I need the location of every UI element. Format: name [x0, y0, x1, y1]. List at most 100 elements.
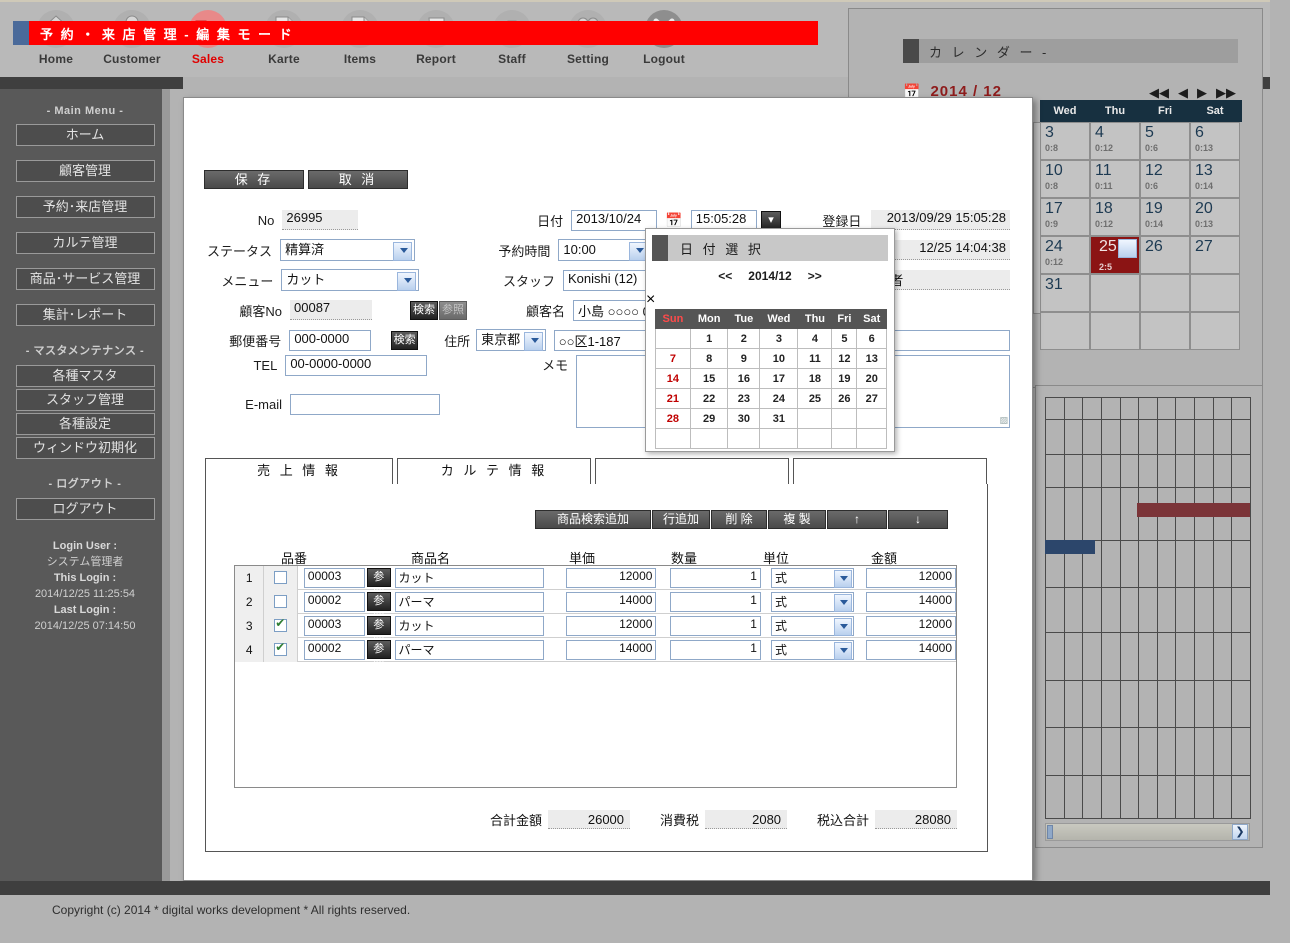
- date-picker-day[interactable]: 11: [797, 348, 833, 369]
- date-picker-day[interactable]: 9: [727, 348, 761, 369]
- calendar-day-cell[interactable]: 17 0:9: [1040, 198, 1090, 236]
- item-name-input[interactable]: カット: [394, 567, 544, 588]
- row-checkbox[interactable]: [274, 571, 288, 584]
- item-code-input[interactable]: 00003: [303, 567, 365, 588]
- gantt-horizontal-scrollbar[interactable]: ❯: [1045, 823, 1250, 841]
- status-select[interactable]: 精算済: [280, 239, 416, 261]
- item-code-input[interactable]: 00002: [303, 639, 365, 660]
- item-code-input[interactable]: 00003: [303, 615, 365, 636]
- sidebar-item[interactable]: ホーム: [15, 124, 155, 146]
- date-picker-day[interactable]: 8: [689, 348, 729, 369]
- unit-select[interactable]: 式: [770, 639, 854, 660]
- date-picker-day[interactable]: 16: [727, 368, 761, 389]
- item-name-input[interactable]: カット: [394, 615, 544, 636]
- unit-price-input[interactable]: 12000: [565, 567, 657, 588]
- calendar-day-cell[interactable]: 27: [1190, 236, 1240, 274]
- date-picker-day[interactable]: 13: [856, 348, 887, 369]
- tel-input[interactable]: 00-0000-0000: [285, 355, 428, 376]
- table-row[interactable]: 2 00002参照パーマ 14000 1式 14000: [235, 589, 957, 624]
- row-checkbox-cell[interactable]: [264, 565, 298, 590]
- row-checkbox-cell[interactable]: [264, 637, 298, 662]
- date-picker-day[interactable]: 23: [727, 388, 761, 409]
- gantt-bar[interactable]: [1137, 503, 1250, 517]
- calendar-nav-0[interactable]: ◀◀: [1149, 85, 1169, 101]
- item-reference-button[interactable]: 参照: [366, 568, 391, 600]
- resize-grip-icon[interactable]: ▨: [999, 415, 1007, 426]
- calendar-day-cell[interactable]: 4 0:12: [1090, 122, 1140, 160]
- date-picker-day[interactable]: 31: [759, 408, 799, 429]
- sidebar-maintenance-item[interactable]: 各種マスタ: [15, 365, 155, 387]
- tab-1[interactable]: カ ル テ 情 報: [397, 458, 591, 484]
- amount-input[interactable]: 14000: [865, 591, 957, 612]
- date-picker-day[interactable]: 20: [856, 368, 887, 389]
- gantt-bar[interactable]: [1045, 540, 1095, 554]
- item-name-input[interactable]: パーマ: [394, 639, 544, 660]
- row-checkbox[interactable]: [274, 640, 288, 656]
- calendar-day-cell[interactable]: 10 0:8: [1040, 160, 1090, 198]
- date-picker-day[interactable]: 7: [655, 348, 691, 369]
- quantity-input[interactable]: 1: [670, 591, 761, 612]
- email-input[interactable]: [290, 393, 440, 415]
- amount-input[interactable]: 12000: [865, 567, 957, 588]
- date-picker-day[interactable]: 21: [655, 388, 691, 409]
- sidebar-item[interactable]: 予約･来店管理: [15, 196, 155, 218]
- grid-toolbar-button[interactable]: 複 製: [768, 510, 826, 529]
- table-row[interactable]: 3 00003参照カット 12000 1式 12000: [235, 613, 957, 648]
- zip-input[interactable]: 000-0000: [289, 329, 371, 351]
- date-picker-day[interactable]: 4: [797, 328, 833, 349]
- table-row[interactable]: 4 00002参照パーマ 14000 1式 14000: [235, 637, 957, 672]
- quantity-input[interactable]: 1: [670, 639, 761, 660]
- calendar-day-cell[interactable]: 13 0:14: [1190, 160, 1240, 198]
- scroll-right-icon[interactable]: ❯: [1232, 824, 1248, 840]
- unit-select[interactable]: 式: [770, 591, 854, 612]
- item-reference-button[interactable]: 参照: [366, 616, 391, 648]
- calendar-day-cell[interactable]: 12 0:6: [1140, 160, 1190, 198]
- calendar-nav-1[interactable]: ◀: [1178, 85, 1188, 101]
- date-picker-day[interactable]: 18: [797, 368, 833, 389]
- calendar-day-cell[interactable]: 5 0:6: [1140, 122, 1190, 160]
- date-picker-day[interactable]: 10: [759, 348, 799, 369]
- tab-2[interactable]: [595, 458, 789, 484]
- calendar-day-cell[interactable]: 31: [1040, 274, 1090, 312]
- amount-input[interactable]: 14000: [865, 639, 957, 660]
- calendar-day-cell[interactable]: 24 0:12: [1040, 236, 1090, 274]
- cancel-button[interactable]: 取 消: [308, 170, 408, 189]
- date-picker-day[interactable]: 24: [759, 388, 799, 409]
- date-picker-day[interactable]: 5: [831, 328, 858, 349]
- sidebar-item-logout[interactable]: ログアウト: [15, 498, 155, 520]
- unit-select[interactable]: 式: [770, 615, 854, 636]
- date-picker-day[interactable]: 6: [856, 328, 887, 349]
- row-checkbox-cell[interactable]: [264, 613, 298, 638]
- date-picker-day[interactable]: 2: [727, 328, 761, 349]
- calendar-day-cell[interactable]: 3 0:8: [1040, 122, 1090, 160]
- time-dropdown-button[interactable]: ▾: [761, 210, 782, 230]
- save-button[interactable]: 保 存: [204, 170, 304, 189]
- date-picker-day[interactable]: 1: [689, 328, 729, 349]
- reserve-time-select[interactable]: 10:00: [558, 239, 652, 261]
- date-calendar-icon[interactable]: 📅: [665, 212, 682, 229]
- sidebar-item[interactable]: 商品･サービス管理: [15, 268, 155, 290]
- item-reference-button[interactable]: 参照: [366, 640, 391, 672]
- item-reference-button[interactable]: 参照: [366, 592, 391, 624]
- sidebar-maintenance-item[interactable]: スタッフ管理: [15, 389, 155, 411]
- grid-toolbar-button[interactable]: ↓: [888, 510, 948, 529]
- calendar-nav-arrows[interactable]: ◀◀ ◀ ▶ ▶▶: [1149, 85, 1236, 101]
- zip-search-button[interactable]: 検索: [390, 330, 419, 350]
- calendar-nav-3[interactable]: ▶▶: [1216, 85, 1236, 101]
- sidebar-item[interactable]: カルテ管理: [15, 232, 155, 254]
- item-name-input[interactable]: パーマ: [394, 591, 544, 612]
- menu-select[interactable]: カット: [281, 269, 419, 291]
- calendar-day-cell[interactable]: 26: [1140, 236, 1190, 274]
- prev-month-button[interactable]: <<: [718, 269, 732, 283]
- grid-toolbar-button[interactable]: 行追加: [652, 510, 710, 529]
- quantity-input[interactable]: 1: [670, 567, 761, 588]
- grid-toolbar-button[interactable]: 商品検索追加: [535, 510, 651, 529]
- next-month-button[interactable]: >>: [808, 269, 822, 283]
- date-picker-day[interactable]: 28: [655, 408, 691, 429]
- sidebar-maintenance-item[interactable]: 各種設定: [15, 413, 155, 435]
- unit-price-input[interactable]: 12000: [565, 615, 657, 636]
- date-picker-day[interactable]: 19: [831, 368, 858, 389]
- prefecture-select[interactable]: 東京都: [476, 329, 546, 351]
- customer-search-button[interactable]: 検索: [410, 300, 438, 320]
- calendar-day-cell[interactable]: 20 0:13: [1190, 198, 1240, 236]
